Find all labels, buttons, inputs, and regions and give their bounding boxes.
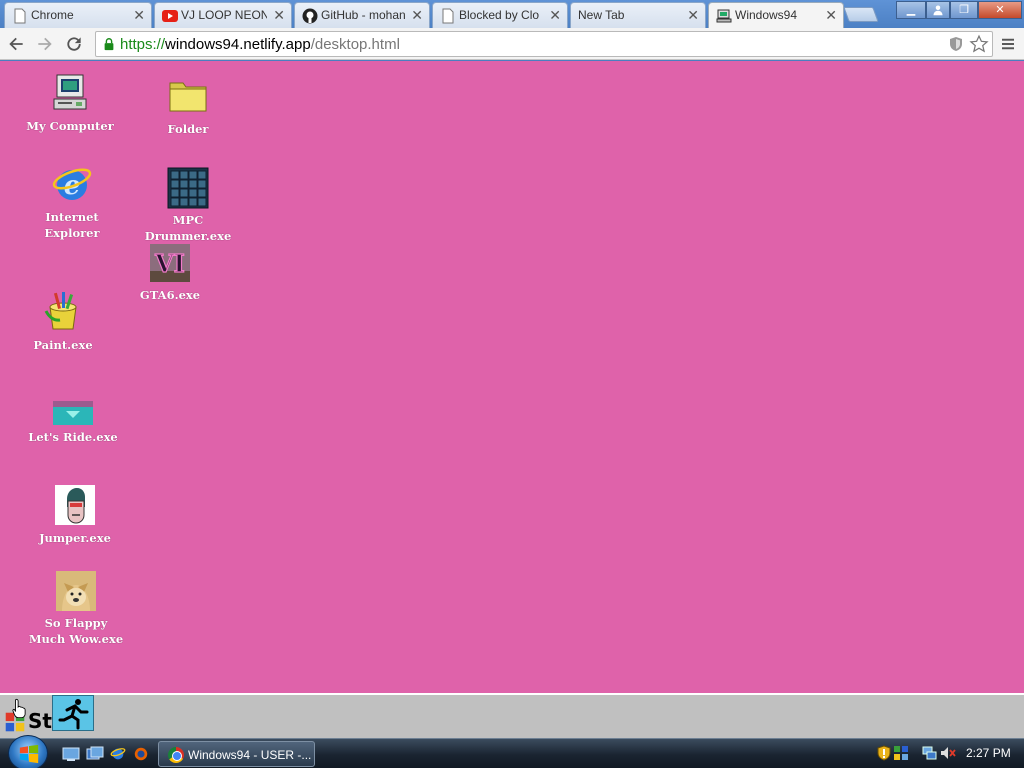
desktop-icon-label: So Flappy Much Wow.exe <box>28 616 124 646</box>
youtube-icon <box>162 10 178 22</box>
tab-title: Blocked by Clo <box>459 8 540 22</box>
tab-vj-loop[interactable]: VJ LOOP NEON ✕ <box>154 2 292 28</box>
desktop-icon-label: Paint.exe <box>33 338 93 352</box>
user-icon <box>933 5 943 16</box>
os-taskbar: Windows94 - USER -... 2:27 PM <box>0 735 1024 768</box>
desktop-icon-label: Folder <box>167 122 209 136</box>
svg-text:VI: VI <box>154 249 185 278</box>
url-scheme: https:// <box>120 36 166 53</box>
firefox-icon[interactable] <box>132 746 150 762</box>
close-window-button[interactable]: ✕ <box>978 1 1022 19</box>
gta-vi-icon: VI <box>150 244 190 282</box>
tab-close-icon[interactable]: ✕ <box>411 4 423 26</box>
tab-title: Windows94 <box>735 8 798 22</box>
desktop-icon-label: Jumper.exe <box>39 531 111 545</box>
new-tab-button[interactable] <box>843 7 879 22</box>
tab-title: GitHub - mohan <box>321 8 405 22</box>
running-man-icon <box>58 699 89 730</box>
win94-taskbar: St <box>0 693 1024 738</box>
url-text[interactable]: https://windows94.netlify.app/desktop.ht… <box>120 36 400 53</box>
switch-windows-icon[interactable] <box>86 746 104 762</box>
taskbar-window-chrome[interactable]: Windows94 - USER -... <box>158 741 315 767</box>
volume-muted-icon[interactable] <box>940 745 956 761</box>
browser-toolbar: https://windows94.netlify.app/desktop.ht… <box>0 28 1024 60</box>
system-clock[interactable]: 2:27 PM <box>966 746 1011 760</box>
maximize-button[interactable]: ❐ <box>950 1 978 19</box>
tab-close-icon[interactable]: ✕ <box>133 4 145 26</box>
internet-explorer-icon: e <box>52 168 92 201</box>
computer-icon <box>716 9 732 23</box>
chrome-menu-button[interactable] <box>996 32 1020 56</box>
network-icon[interactable] <box>921 745 937 761</box>
paint-bucket-icon <box>44 292 77 330</box>
tab-github[interactable]: GitHub - mohan ✕ <box>294 2 430 28</box>
win94-start-label: St <box>28 709 52 733</box>
desktop-icon-lets-ride[interactable]: Let's Ride.exe <box>26 391 120 449</box>
tab-title: New Tab <box>578 8 625 22</box>
lets-ride-icon <box>53 401 93 425</box>
drum-pad-icon <box>167 167 209 209</box>
hand-cursor-icon <box>12 698 26 718</box>
tab-close-icon[interactable]: ✕ <box>549 4 561 26</box>
desktop[interactable]: My Computer Folder e Internet Explorer M… <box>0 61 1024 693</box>
jumper-icon <box>55 485 95 525</box>
security-shield-icon[interactable] <box>876 745 892 761</box>
desktop-icon-paint[interactable]: Paint.exe <box>18 291 108 353</box>
desktop-icon-jumper[interactable]: Jumper.exe <box>30 485 120 547</box>
desktop-icon-gta6[interactable]: VI GTA6.exe <box>126 243 214 303</box>
desktop-icon-label: GTA6.exe <box>139 288 201 302</box>
show-desktop-icon[interactable] <box>62 746 80 762</box>
computer-icon <box>53 74 87 110</box>
bookmark-star-icon[interactable] <box>969 34 989 54</box>
desktop-icon-my-computer[interactable]: My Computer <box>24 71 116 133</box>
user-profile-button[interactable] <box>926 1 950 19</box>
desktop-icon-label: MPC Drummer.exe <box>144 213 232 243</box>
desktop-icon-label: My Computer <box>26 119 114 133</box>
desktop-icon-internet-explorer[interactable]: e Internet Explorer <box>26 163 118 243</box>
desktop-icon-mpc-drummer[interactable]: MPC Drummer.exe <box>140 167 236 245</box>
start-orb-button[interactable] <box>8 735 48 768</box>
tab-close-icon[interactable]: ✕ <box>687 4 699 26</box>
tab-strip: Chrome ✕ VJ LOOP NEON ✕ GitHub - mohan ✕… <box>0 0 1024 28</box>
action-center-icon[interactable] <box>893 745 909 761</box>
desktop-icon-flappy-doge[interactable]: So Flappy Much Wow.exe <box>26 571 126 651</box>
lock-icon <box>104 38 114 51</box>
desktop-icon-label: Let's Ride.exe <box>28 430 118 444</box>
address-bar[interactable]: https://windows94.netlify.app/desktop.ht… <box>95 31 993 57</box>
tab-close-icon[interactable]: ✕ <box>273 4 285 26</box>
taskbar-window-title: Windows94 - USER -... <box>188 748 312 762</box>
document-icon <box>442 8 454 24</box>
reload-button[interactable] <box>62 32 86 56</box>
github-icon <box>302 8 318 24</box>
doge-icon <box>56 571 96 611</box>
desktop-icon-label: Internet Explorer <box>44 210 100 240</box>
minimize-button[interactable]: ▁ <box>896 1 926 19</box>
internet-explorer-icon[interactable] <box>109 746 127 762</box>
tab-title: Chrome <box>31 8 74 22</box>
chrome-icon <box>168 747 184 763</box>
arrow-left-icon <box>9 37 23 51</box>
tab-chrome[interactable]: Chrome ✕ <box>4 2 152 28</box>
forward-button[interactable] <box>33 32 57 56</box>
tab-new-tab[interactable]: New Tab ✕ <box>570 2 706 28</box>
windows-logo-icon <box>19 744 39 764</box>
shield-icon[interactable] <box>948 36 964 52</box>
tab-close-icon[interactable]: ✕ <box>825 4 837 26</box>
reload-icon <box>67 37 81 51</box>
document-icon <box>14 8 26 24</box>
tab-blocked[interactable]: Blocked by Clo ✕ <box>432 2 568 28</box>
url-host: windows94.netlify.app <box>165 36 311 53</box>
folder-icon <box>169 82 207 112</box>
url-path: /desktop.html <box>310 36 400 53</box>
tab-windows94[interactable]: Windows94 ✕ <box>708 2 844 28</box>
desktop-icon-folder[interactable]: Folder <box>142 75 234 137</box>
back-button[interactable] <box>4 32 28 56</box>
arrow-right-icon <box>38 37 52 51</box>
tab-title: VJ LOOP NEON <box>181 8 267 22</box>
running-app-button[interactable] <box>52 695 94 731</box>
hamburger-menu-icon <box>1002 38 1014 50</box>
